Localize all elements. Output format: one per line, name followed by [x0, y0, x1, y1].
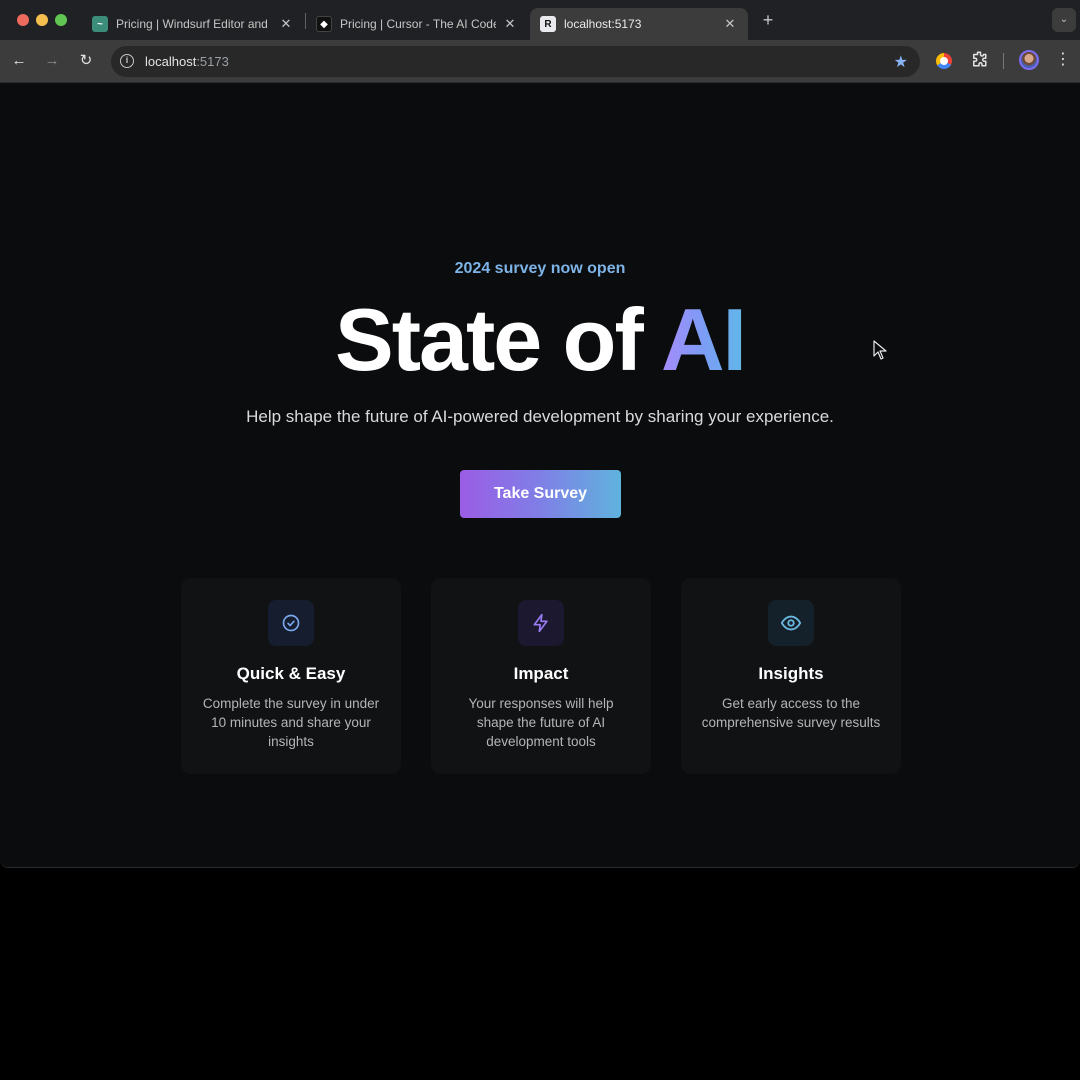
feature-title: Impact	[513, 664, 569, 683]
lightning-icon	[518, 600, 564, 646]
feature-card-quick-easy: Quick & Easy Complete the survey in unde…	[181, 578, 401, 774]
forward-arrow-icon[interactable]: →	[42, 51, 62, 71]
address-url[interactable]: localhost:5173	[145, 54, 229, 69]
tab-windsurf-pricing[interactable]: ~ Pricing | Windsurf Editor and ... ✕	[82, 8, 304, 40]
page-title: State of AI	[0, 290, 1080, 390]
extension-icon[interactable]	[936, 53, 952, 69]
address-bar[interactable]: i localhost:5173 ★	[111, 46, 920, 77]
survey-open-label: 2024 survey now open	[454, 260, 626, 277]
feature-description: Get early access to the comprehensive su…	[701, 696, 881, 730]
tab-cursor-pricing[interactable]: ◆ Pricing | Cursor - The AI Code ... ✕	[306, 8, 528, 40]
feature-card-insights: Insights Get early access to the compreh…	[681, 578, 901, 774]
tab-title: Pricing | Windsurf Editor and ...	[116, 17, 272, 31]
page-subtitle: Help shape the future of AI-powered deve…	[246, 407, 834, 426]
feature-title: Insights	[758, 664, 824, 683]
title-plain: State of	[335, 290, 644, 389]
tab-title: Pricing | Cursor - The AI Code ...	[340, 17, 496, 31]
cursor-favicon-icon: ◆	[316, 16, 332, 32]
close-tab-icon[interactable]: ✕	[722, 16, 738, 32]
site-info-icon[interactable]: i	[120, 54, 134, 68]
url-port: :5173	[196, 54, 229, 69]
minimize-window-button[interactable]	[36, 14, 48, 26]
bookmark-star-icon[interactable]: ★	[894, 52, 908, 72]
profile-avatar[interactable]	[1019, 50, 1039, 70]
feature-title: Quick & Easy	[236, 664, 346, 683]
new-tab-icon[interactable]: +	[758, 10, 778, 30]
toolbar-divider	[1003, 53, 1004, 69]
reload-icon[interactable]: ↻	[76, 51, 96, 71]
feature-card-impact: Impact Your responses will help shape th…	[431, 578, 651, 774]
survey-landing-page: 2024 survey now open State of AI Help sh…	[0, 84, 1080, 867]
url-host: localhost	[145, 54, 197, 69]
windsurf-favicon-icon: ~	[92, 16, 108, 32]
close-tab-icon[interactable]: ✕	[502, 16, 518, 32]
more-menu-icon[interactable]: ⋮	[1055, 50, 1071, 70]
tab-search-icon[interactable]: ⌄	[1052, 8, 1076, 32]
take-survey-button[interactable]: Take Survey	[460, 470, 621, 518]
check-circle-icon	[268, 600, 314, 646]
back-arrow-icon[interactable]: ←	[9, 51, 29, 71]
title-highlight: AI	[660, 290, 747, 389]
eye-icon	[768, 600, 814, 646]
feature-description: Complete the survey in under 10 minutes …	[202, 696, 380, 749]
maximize-window-button[interactable]	[55, 14, 67, 26]
tab-localhost[interactable]: R localhost:5173 ✕	[530, 8, 748, 40]
extensions-puzzle-icon[interactable]	[969, 50, 989, 70]
browser-window: ~ Pricing | Windsurf Editor and ... ✕ ◆ …	[0, 0, 1080, 868]
close-window-button[interactable]	[17, 14, 29, 26]
browser-toolbar: ← → ↻ i localhost:5173 ★ ⋮	[0, 40, 1080, 83]
close-tab-icon[interactable]: ✕	[278, 16, 294, 32]
tab-strip: ~ Pricing | Windsurf Editor and ... ✕ ◆ …	[0, 0, 1080, 40]
mouse-cursor-icon	[873, 340, 887, 365]
tab-title: localhost:5173	[564, 17, 642, 31]
localhost-favicon-icon: R	[540, 16, 556, 32]
feature-description: Your responses will help shape the futur…	[468, 696, 614, 749]
